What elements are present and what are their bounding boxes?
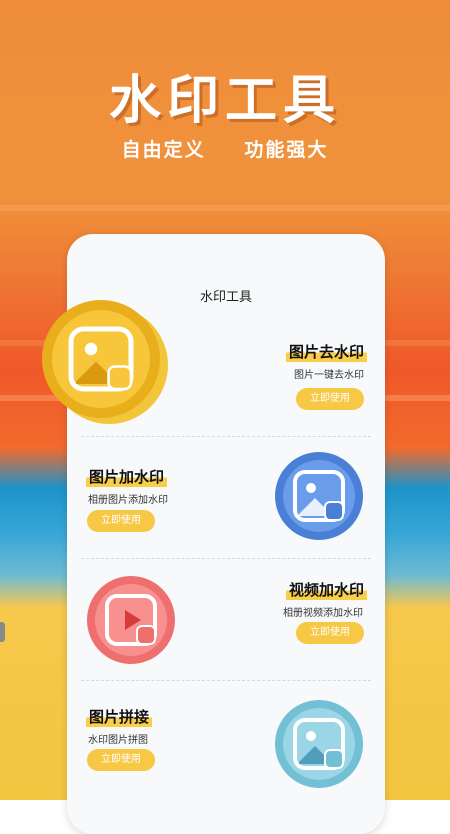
feature-desc-add-watermark: 相册图片添加水印 [88,495,168,506]
decor-stripe [0,205,450,211]
feature-desc-video-watermark: 相册视频添加水印 [283,608,363,619]
video-watermark-icon [105,594,157,646]
use-button-video-watermark[interactable]: 立即使用 [296,622,364,644]
image-stitch-icon [293,718,345,770]
hero-title: 水印工具 [108,71,341,131]
divider [81,436,371,437]
feature-desc-image-stitch: 水印图片拼图 [88,735,148,746]
feature-title-image-stitch: 图片拼接 [86,706,153,727]
hero-subtitle-left: 自由定义 [121,139,206,161]
use-button-remove-watermark[interactable]: 立即使用 [296,388,364,410]
use-button-image-stitch[interactable]: 立即使用 [87,749,155,771]
use-button-add-watermark[interactable]: 立即使用 [87,510,155,532]
feature-desc-remove-watermark: 图片一键去水印 [294,370,364,381]
coin-add-watermark[interactable] [275,452,363,540]
feature-title-video-watermark: 视频加水印 [286,579,368,600]
hero-subtitle-right: 功能强大 [244,139,329,161]
divider [81,558,371,559]
coin-image-stitch[interactable] [275,700,363,788]
feature-title-remove-watermark: 图片去水印 [286,341,368,362]
hero-subtitle: 自由定义 功能强大 [0,135,450,162]
coin-video-watermark[interactable] [87,576,175,664]
feature-title-add-watermark: 图片加水印 [86,466,168,487]
divider [81,680,371,681]
image-add-watermark-icon [293,470,345,522]
side-handle [0,622,5,642]
image-remove-watermark-icon [68,326,134,392]
coin-remove-watermark[interactable] [42,300,160,418]
